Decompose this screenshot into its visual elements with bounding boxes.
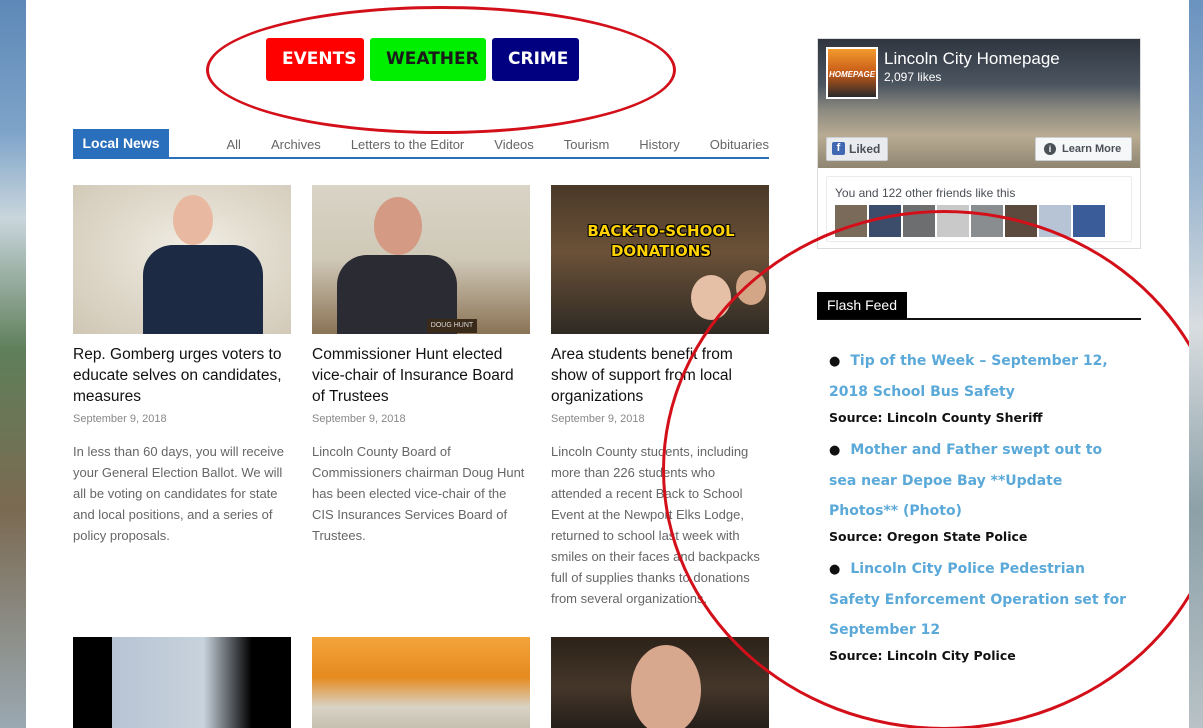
article-date: September 9, 2018 [312,413,406,425]
tab-tourism[interactable]: Tourism [564,137,610,152]
category-tabs: All Archives Letters to the Editor Video… [197,137,770,152]
feed-link[interactable]: Tip of the Week – September 12, 2018 Sch… [829,353,1108,400]
liked-button[interactable]: f Liked [826,137,888,161]
tab-obituaries[interactable]: Obituaries [710,137,769,152]
article-card: BACK-TO-SCHOOL DONATIONS Area students b… [551,185,769,609]
article-title[interactable]: Rep. Gomberg urges voters to educate sel… [73,344,291,407]
events-button[interactable]: EVENTS [266,38,364,81]
article-date: September 9, 2018 [551,413,645,425]
tab-letters[interactable]: Letters to the Editor [351,137,464,152]
feed-source: Source: Oregon State Police [829,529,1028,544]
avatar[interactable] [835,205,867,237]
list-item: ● Mother and Father swept out to sea near… [829,435,1134,544]
nameplate: DOUG HUNT [427,319,477,333]
flash-feed-header: Flash Feed [817,292,1141,320]
article-thumbnail[interactable]: BACK-TO-SCHOOL DONATIONS [551,185,769,334]
friend-avatars [835,205,1105,237]
weather-button[interactable]: WEATHER [370,38,486,81]
crime-button[interactable]: CRIME [492,38,579,81]
facebook-icon: f [832,142,845,155]
tab-videos[interactable]: Videos [494,137,534,152]
tab-history[interactable]: History [639,137,679,152]
facebook-page-name[interactable]: Lincoln City Homepage [884,49,1060,69]
page-content: EVENTS WEATHER CRIME Local News All Arch… [26,0,1189,728]
facebook-friends-box: You and 122 other friends like this [826,176,1132,242]
local-news-tabbar: Local News All Archives Letters to the E… [73,129,769,159]
info-icon: i [1044,143,1056,155]
background-left [0,0,26,728]
image-caption: BACK-TO-SCHOOL DONATIONS [587,222,735,260]
avatar[interactable] [869,205,901,237]
top-button-group: EVENTS WEATHER CRIME [266,38,579,81]
article-thumbnail[interactable]: DOUG HUNT [312,185,530,334]
article-thumbnail[interactable] [73,185,291,334]
bullet-icon: ● [829,562,841,577]
avatar[interactable] [1073,205,1105,237]
facebook-page-widget: HOMEPAGE Lincoln City Homepage 2,097 lik… [817,38,1141,249]
tab-archives[interactable]: Archives [271,137,321,152]
facebook-page-logo[interactable]: HOMEPAGE [826,47,878,99]
facebook-cover-image[interactable]: HOMEPAGE Lincoln City Homepage 2,097 lik… [818,39,1140,168]
article-card: DOUG HUNT Commissioner Hunt elected vice… [312,185,530,546]
article-excerpt: Lincoln County Board of Commissioners ch… [312,444,525,543]
article-title[interactable]: Area students benefit from show of suppo… [551,344,769,407]
feed-source: Source: Lincoln County Sheriff [829,410,1043,425]
article-thumbnail-volleyball[interactable] [312,637,530,728]
flash-feed-list: ● Tip of the Week – September 12, 2018 Sc… [829,346,1134,673]
tab-all[interactable]: All [227,137,241,152]
feed-source: Source: Lincoln City Police [829,648,1016,663]
list-item: ● Lincoln City Police Pedestrian Safety E… [829,554,1134,663]
article-excerpt: In less than 60 days, you will receive y… [73,444,284,543]
flash-feed-title: Flash Feed [817,292,907,319]
article-thumbnail-map[interactable] [73,637,291,728]
avatar[interactable] [903,205,935,237]
article-excerpt: Lincoln County students, including more … [551,444,760,606]
feed-link[interactable]: Mother and Father swept out to sea near … [829,442,1102,519]
avatar[interactable] [1039,205,1071,237]
article-date: September 9, 2018 [73,413,167,425]
article-title[interactable]: Commissioner Hunt elected vice-chair of … [312,344,530,407]
friends-like-text: You and 122 other friends like this [835,186,1016,200]
background-right [1189,0,1203,728]
avatar[interactable] [937,205,969,237]
avatar[interactable] [1005,205,1037,237]
learn-more-button[interactable]: i Learn More [1035,137,1132,161]
tab-local-news[interactable]: Local News [73,129,169,158]
feed-link[interactable]: Lincoln City Police Pedestrian Safety En… [829,561,1126,638]
article-card: Rep. Gomberg urges voters to educate sel… [73,185,291,546]
bullet-icon: ● [829,354,841,369]
bullet-icon: ● [829,443,841,458]
avatar[interactable] [971,205,1003,237]
facebook-like-count: 2,097 likes [884,70,942,84]
article-thumbnail-portrait[interactable] [551,637,769,728]
list-item: ● Tip of the Week – September 12, 2018 Sc… [829,346,1134,425]
